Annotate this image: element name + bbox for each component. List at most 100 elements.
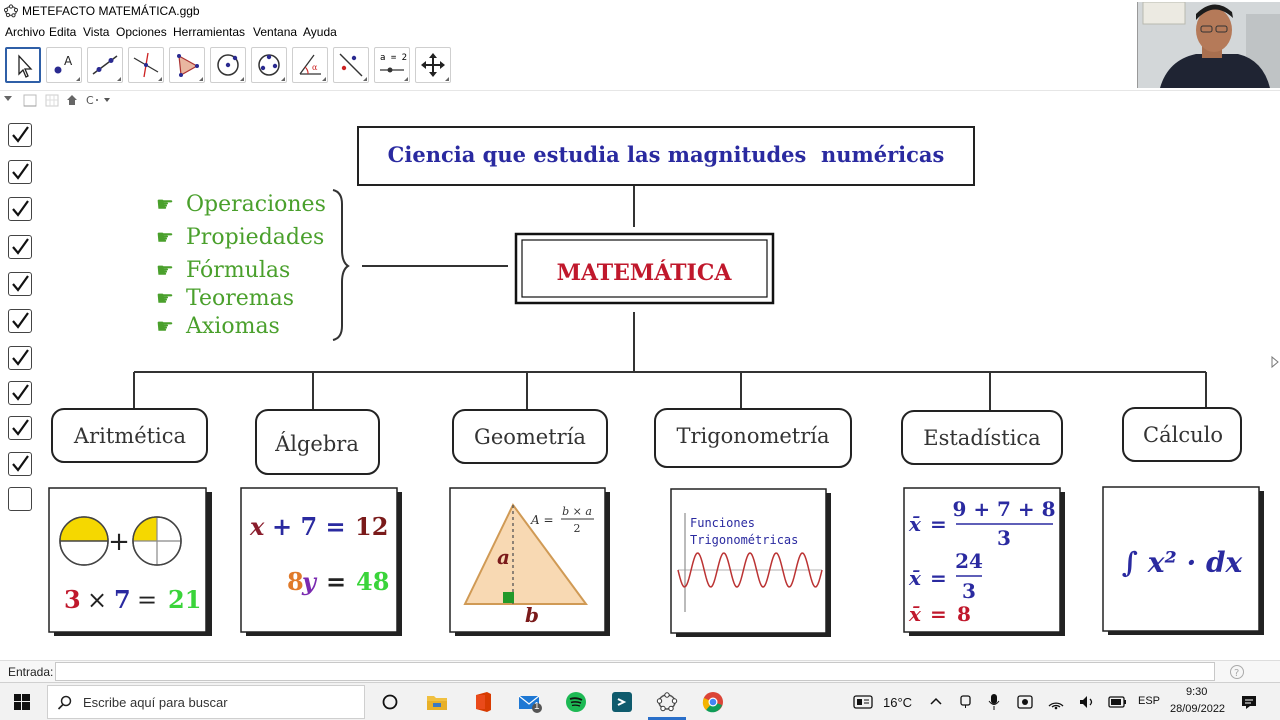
visibility-checkbox[interactable] [8,123,32,147]
conic-tool[interactable] [251,47,287,83]
checkmark-icon [12,200,29,217]
geogebra-icon [4,4,18,18]
menu-vista[interactable]: Vista [83,25,109,39]
svg-text:A: A [64,54,73,68]
slider-tool[interactable]: a = 2 [374,47,410,83]
stats-mean-3: x̄ [908,602,922,626]
visibility-checkbox[interactable] [8,235,32,259]
arith-op: × [87,586,107,614]
input-bar-label: Entrada: [8,665,54,679]
weather-icon[interactable] [853,694,875,710]
notifications-icon[interactable] [1240,693,1258,711]
menu-archivo[interactable]: Archivo [5,25,45,39]
visibility-checkbox[interactable] [8,416,32,440]
conic-icon [258,54,280,76]
menu-ventana[interactable]: Ventana [253,25,297,39]
point-icon: A [54,54,73,74]
trig-title-2: Trigonométricas [690,533,798,547]
app-arrow-icon[interactable] [611,691,633,713]
algebra-eq1-result: 12 [355,512,388,541]
arith-n2: 7 [114,585,131,614]
clock-time[interactable]: 9:30 [1186,686,1207,698]
menu-opciones[interactable]: Opciones [116,25,167,39]
menu-ayuda[interactable]: Ayuda [303,25,337,39]
presenter-image [1138,2,1280,88]
line-tool[interactable] [87,47,123,83]
algebra-eq1-mid: + 7 = [272,512,346,541]
checkmark-icon [12,163,29,180]
capture-dropdown-icon[interactable]: C [86,94,112,106]
wifi-icon[interactable] [1047,694,1065,710]
triangle-label-b: b [525,603,539,627]
checkmark-icon [12,312,29,329]
bullet-list: ☛ Operaciones ☛ Propiedades ☛ Fórmulas ☛… [156,192,326,339]
checkmark-icon [12,126,29,143]
stats-final: 8 [957,602,971,626]
checkmark-icon [12,275,29,292]
visibility-checkbox[interactable] [8,381,32,405]
style-bar: C [0,90,1280,110]
menu-edita[interactable]: Edita [49,25,76,39]
geogebra-taskbar-icon[interactable] [656,691,678,713]
side-panel-arrow-icon[interactable] [1271,355,1279,369]
capture-icon[interactable] [1016,693,1034,711]
card-trigonometria [670,488,827,634]
menu-herramientas[interactable]: Herramientas [173,25,245,39]
visibility-checkbox[interactable] [8,160,32,184]
windows-start-icon[interactable] [14,694,30,710]
arith-n1: 3 [64,585,81,614]
move-view-tool[interactable] [415,47,451,83]
input-bar: Entrada: ? [0,660,1280,682]
meet-now-icon[interactable] [958,694,974,710]
collapse-triangle-icon[interactable] [3,95,13,103]
visibility-checkbox[interactable] [8,346,32,370]
graphics-view-icon[interactable] [22,93,38,108]
move-tool[interactable] [5,47,41,83]
stats-den-2: 3 [962,579,976,603]
chevron-up-icon[interactable] [929,696,943,706]
title-bar: METEFACTO MATEMÁTICA.ggb [0,0,1280,22]
card-algebra [240,487,398,633]
example-cards [48,486,1264,637]
window-title: METEFACTO MATEMÁTICA.ggb [22,4,200,18]
volume-icon[interactable] [1078,694,1096,710]
reflect-tool[interactable] [333,47,369,83]
grid-icon[interactable] [44,93,60,108]
weather-temp[interactable]: 16°C [883,695,912,710]
arith-result: 21 [168,585,201,614]
webcam-overlay [1137,2,1280,88]
move-arrows-icon [421,53,445,77]
angle-tool[interactable]: α [292,47,328,83]
language-indicator[interactable]: ESP [1138,695,1160,707]
svg-text:C: C [86,94,94,106]
polygon-icon [177,54,199,77]
branch-boxes: Aritmética Álgebra Geometría Trigonometr… [51,407,1242,475]
office-icon[interactable] [473,691,493,713]
visibility-checkbox[interactable] [8,197,32,221]
definition-text: Ciencia que estudia las magnitudes numér… [388,142,945,167]
perpendicular-tool[interactable] [128,47,164,83]
visibility-checkbox[interactable] [8,452,32,476]
taskbar-search[interactable]: Escribe aquí para buscar [47,685,365,719]
visibility-checkbox[interactable] [8,272,32,296]
file-explorer-icon[interactable] [426,692,448,712]
circle-tool[interactable] [210,47,246,83]
search-icon [57,695,72,710]
home-icon[interactable] [65,93,79,107]
help-icon[interactable]: ? [1229,664,1245,680]
checkmark-icon [12,238,29,255]
point-tool[interactable]: A [46,47,82,83]
task-view-icon[interactable] [381,693,399,711]
mail-badge: 1 [534,701,540,712]
polygon-tool[interactable] [169,47,205,83]
microphone-icon[interactable] [987,693,1001,711]
battery-icon[interactable] [1108,695,1128,709]
visibility-checkbox[interactable] [8,487,32,511]
input-field[interactable] [55,662,1215,681]
bullet-item: Teoremas [186,286,294,311]
visibility-checkbox[interactable] [8,309,32,333]
graphics-canvas[interactable]: Ciencia que estudia las magnitudes numér… [0,111,1280,658]
clock-date[interactable]: 28/09/2022 [1170,703,1225,715]
chrome-icon[interactable] [702,691,724,713]
spotify-icon[interactable] [565,691,587,713]
